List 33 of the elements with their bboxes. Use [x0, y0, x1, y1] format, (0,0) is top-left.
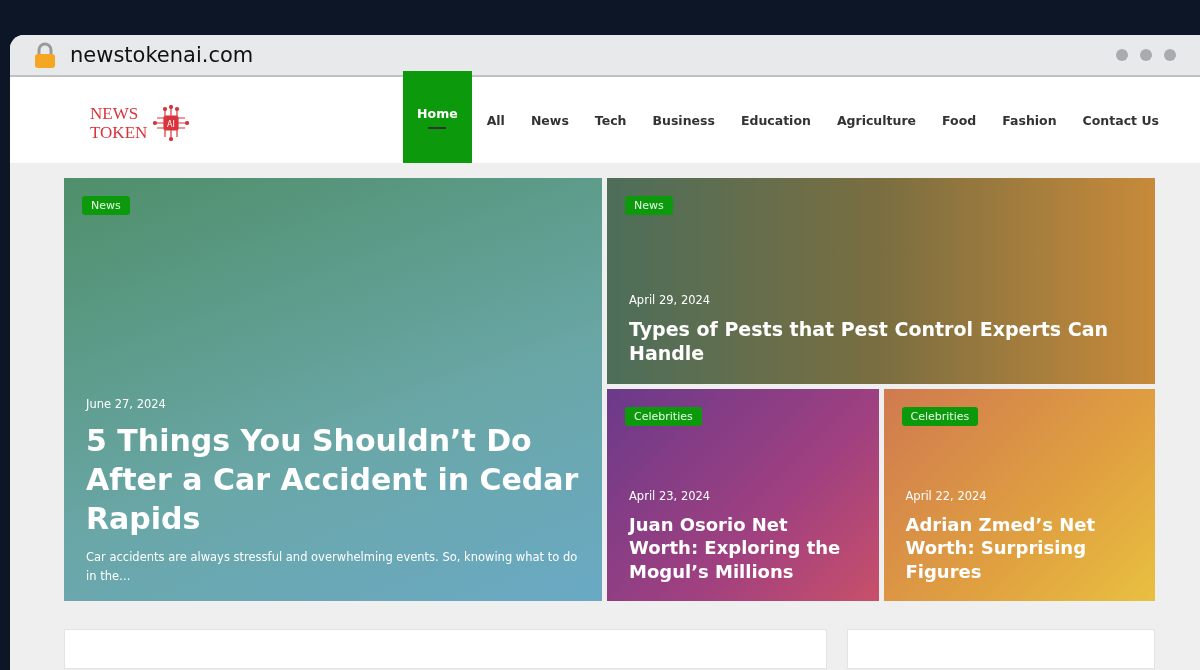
logo-text: TOKEN	[90, 123, 148, 142]
category-tag[interactable]: News	[625, 196, 673, 215]
post-excerpt: Car accidents are always stressful and overwhelming events. So, knowing what to do in the…	[86, 548, 579, 586]
nav-tab[interactable]: Food	[931, 77, 988, 163]
nav-tab[interactable]: Agriculture	[825, 77, 928, 163]
post-date: June 27, 2024	[86, 396, 167, 411]
category-tag[interactable]: Celebrities	[901, 407, 979, 426]
nav-tab[interactable]: Business	[641, 77, 726, 163]
logo-text: NEWS	[90, 104, 140, 123]
nav-tab[interactable]: All	[475, 77, 516, 163]
post-card[interactable]: Celebrities April 22, 2024 Adrian Zmed’s Net Worth: Surprising Figures	[883, 389, 1155, 601]
post-card[interactable]: News June 27, 2024 5 Things You Shouldn’t Do After a Car Accident in Cedar Rapids Car accidents are always stressful and overwhelming events. So, knowing what to do in the…	[64, 178, 602, 601]
window-dot-icon[interactable]	[1164, 49, 1176, 61]
nav-tab[interactable]: Home	[403, 71, 472, 163]
nav-tab[interactable]: Education	[729, 77, 822, 163]
window-dot-icon[interactable]	[1140, 49, 1152, 61]
nav-tab[interactable]: Contact Us	[1071, 77, 1170, 163]
category-tag[interactable]: News	[82, 196, 130, 215]
post-card[interactable]: News April 29, 2024 Types of Pests that Pest Control Experts Can Handle	[607, 178, 1155, 384]
window-dot-icon[interactable]	[1116, 49, 1128, 61]
nav-tab[interactable]: News	[519, 77, 580, 163]
nav-tab[interactable]: Tech	[583, 77, 638, 163]
post-title[interactable]: Juan Osorio Net Worth: Exploring the Mogul’s Millions	[629, 512, 857, 583]
address-bar[interactable]: newstokenai.com	[10, 35, 1200, 77]
post-date: April 29, 2024	[629, 292, 712, 307]
post-date: April 23, 2024	[629, 488, 712, 503]
post-card[interactable]: Celebrities April 23, 2024 Juan Osorio Net Worth: Exploring the Mogul’s Millions	[607, 389, 879, 601]
category-tag[interactable]: Celebrities	[625, 407, 702, 426]
post-date: April 22, 2024	[905, 488, 988, 503]
nav-tab[interactable]: Fashion	[991, 77, 1068, 163]
url-text: newstokenai.com	[70, 43, 255, 67]
post-title[interactable]: Types of Pests that Pest Control Experts Can Handle	[629, 316, 1133, 366]
lock-icon	[34, 42, 56, 68]
